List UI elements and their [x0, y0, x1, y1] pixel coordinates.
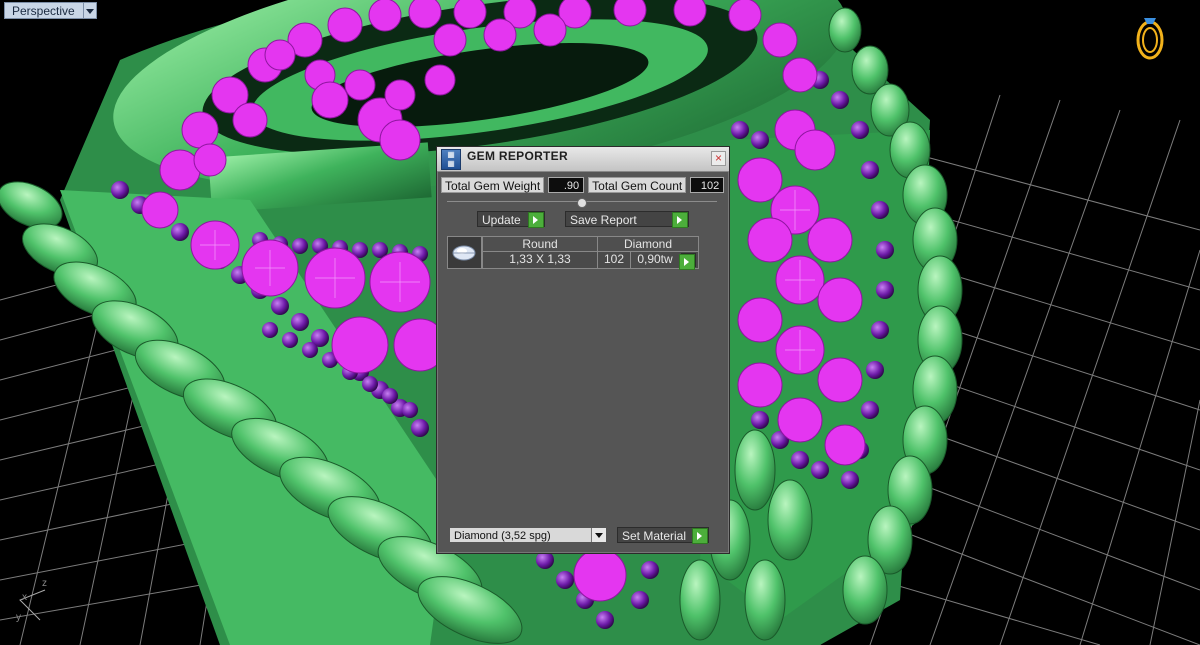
set-material-button-label: Set Material [622, 529, 687, 543]
stats-row: Total Gem Weight .90 Total Gem Count 102 [441, 177, 725, 193]
save-report-button-label: Save Report [570, 213, 637, 227]
total-gem-weight-value: .90 [548, 177, 585, 193]
material-select-value: Diamond (3,52 spg) [454, 530, 551, 542]
gem-reporter-app-icon: ▦ ▦ [441, 149, 461, 170]
gem-material: Diamond [598, 237, 698, 251]
go-arrow-icon [528, 212, 544, 228]
total-gem-count-value: 102 [690, 177, 725, 193]
gem-weight: 0,90tw [637, 252, 673, 266]
gem-table-row[interactable]: Round Diamond 1,33 X 1,33 102 0,90tw [482, 236, 699, 270]
save-report-button[interactable]: Save Report [565, 211, 689, 228]
total-gem-count-label: Total Gem Count [588, 177, 687, 193]
splitter-handle[interactable] [577, 198, 587, 208]
go-arrow-icon [679, 254, 695, 270]
axis-label-y: y [16, 612, 21, 623]
gem-reporter-title: GEM REPORTER [467, 149, 568, 163]
update-button[interactable]: Update [477, 211, 545, 228]
material-select[interactable]: Diamond (3,52 spg) [449, 527, 607, 543]
go-arrow-icon [692, 528, 708, 544]
viewport-tab[interactable]: Perspective [4, 2, 97, 19]
ring-icon [1136, 18, 1164, 60]
gem-size: 1,33 X 1,33 [509, 252, 571, 266]
gem-reporter-titlebar[interactable]: ▦ ▦ GEM REPORTER × [437, 147, 729, 172]
gem-count: 102 [603, 252, 625, 266]
axis-label-x: x [22, 592, 27, 603]
gem-row-go-button[interactable] [679, 253, 696, 270]
gem-thumbnail[interactable] [447, 236, 482, 269]
axis-label-z: z [42, 578, 47, 589]
viewport-name[interactable]: Perspective [4, 2, 84, 19]
total-gem-weight-label: Total Gem Weight [441, 177, 545, 193]
round-gem-icon [452, 245, 476, 261]
chevron-down-icon[interactable] [83, 2, 97, 19]
close-icon[interactable]: × [711, 151, 726, 166]
dropdown-arrow-icon[interactable] [591, 528, 606, 542]
gem-shape: Round [483, 237, 597, 251]
go-arrow-icon [672, 212, 688, 228]
update-button-label: Update [482, 213, 521, 227]
gem-reporter-panel: ▦ ▦ GEM REPORTER × Total Gem Weight .90 T… [436, 146, 730, 554]
set-material-button[interactable]: Set Material [617, 527, 709, 544]
